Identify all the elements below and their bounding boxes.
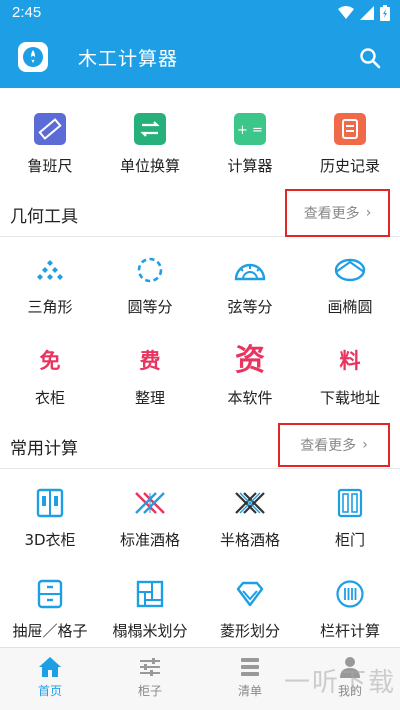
item-label: 抽屉／格子 bbox=[12, 622, 88, 640]
ruler-icon bbox=[32, 111, 68, 147]
geometry-circle-divide[interactable]: 圆等分 bbox=[100, 252, 200, 317]
tool-unit-convert[interactable]: 单位换算 bbox=[100, 111, 200, 176]
item-label: 榻榻米划分 bbox=[112, 622, 188, 640]
item-label: 三角形 bbox=[27, 298, 73, 316]
item-label: 弦等分 bbox=[227, 298, 273, 316]
common-tatami[interactable]: 榻榻米划分 bbox=[100, 576, 200, 641]
ad-item-software[interactable]: 资 本软件 bbox=[200, 343, 300, 408]
common-drawer[interactable]: 抽屉／格子 bbox=[0, 576, 100, 641]
watermark: 一听下载 bbox=[283, 668, 396, 698]
common-cabinet-door[interactable]: 柜门 bbox=[300, 485, 400, 550]
app-logo-icon bbox=[18, 42, 48, 72]
common-railing[interactable]: 栏杆计算 bbox=[300, 576, 400, 641]
geometry-triangle[interactable]: 三角形 bbox=[0, 252, 100, 317]
cabinet-door-icon bbox=[332, 485, 368, 521]
list-icon bbox=[241, 658, 259, 676]
more-text: 查看更多 bbox=[300, 438, 357, 454]
convert-icon bbox=[132, 111, 168, 147]
status-bar: 2:45 bbox=[0, 0, 400, 28]
railing-icon bbox=[332, 576, 368, 612]
history-icon bbox=[332, 111, 368, 147]
item-label: 菱形划分 bbox=[219, 622, 280, 640]
resource-badge: 资 bbox=[235, 343, 265, 378]
common-wine-rack[interactable]: 标准酒格 bbox=[100, 485, 200, 550]
item-label: 栏杆计算 bbox=[319, 622, 380, 640]
home-icon bbox=[39, 657, 61, 677]
wifi-icon bbox=[338, 6, 354, 19]
more-text: 查看更多 bbox=[303, 206, 360, 222]
search-button[interactable] bbox=[354, 42, 386, 74]
tool-label: 计算器 bbox=[227, 157, 273, 175]
fee-badge: 费 bbox=[139, 349, 161, 373]
geometry-ellipse[interactable]: 画椭圆 bbox=[300, 252, 400, 317]
battery-icon bbox=[380, 5, 390, 21]
wine-rack-icon bbox=[132, 485, 168, 521]
status-time: 2:45 bbox=[12, 4, 42, 21]
tool-label: 单位换算 bbox=[119, 157, 180, 175]
signal-icon bbox=[360, 6, 374, 20]
item-label: 衣柜 bbox=[34, 389, 65, 407]
item-label: 柜门 bbox=[334, 531, 365, 549]
circle-divide-icon bbox=[132, 252, 168, 288]
ellipse-icon bbox=[332, 252, 368, 288]
app-bar: 木工计算器 bbox=[0, 28, 400, 88]
calculator-icon: + = bbox=[232, 111, 268, 147]
nav-label: 清单 bbox=[237, 684, 262, 698]
status-icons bbox=[338, 5, 390, 21]
geometry-section-header: 几何工具 查看更多 › bbox=[0, 189, 400, 237]
diamond-icon bbox=[232, 576, 268, 612]
common-more-link[interactable]: 查看更多 › bbox=[278, 423, 390, 467]
material-badge: 料 bbox=[339, 349, 361, 373]
sliders-icon bbox=[140, 658, 160, 676]
common-section-header: 常用计算 查看更多 › bbox=[0, 421, 400, 469]
item-label: 标准酒格 bbox=[119, 531, 180, 549]
item-label: 3D衣柜 bbox=[24, 531, 76, 549]
svg-text:+ =: + = bbox=[237, 123, 263, 138]
common-half-wine-rack[interactable]: 半格酒格 bbox=[200, 485, 300, 550]
nav-home[interactable]: 首页 bbox=[0, 648, 100, 710]
nav-label: 柜子 bbox=[137, 684, 162, 698]
tool-calculator[interactable]: + = 计算器 bbox=[200, 111, 300, 176]
item-label: 整理 bbox=[134, 389, 165, 407]
search-icon bbox=[360, 48, 381, 69]
nav-label: 首页 bbox=[37, 684, 62, 698]
wardrobe-3d-icon bbox=[32, 485, 68, 521]
tool-history[interactable]: 历史记录 bbox=[300, 111, 400, 176]
chevron-right-icon: › bbox=[365, 205, 372, 221]
geometry-row: 三角形 圆等分 弦等分 画椭圆 bbox=[0, 252, 400, 317]
chord-divide-icon bbox=[232, 252, 268, 288]
geometry-more-link[interactable]: 查看更多 › bbox=[285, 189, 390, 237]
tool-label: 鲁班尺 bbox=[27, 157, 73, 175]
geometry-chord-divide[interactable]: 弦等分 bbox=[200, 252, 300, 317]
item-label: 下载地址 bbox=[319, 389, 380, 407]
half-wine-rack-icon bbox=[232, 485, 268, 521]
chevron-right-icon: › bbox=[362, 437, 368, 453]
item-label: 本软件 bbox=[227, 389, 273, 407]
ad-item-download[interactable]: 料 下载地址 bbox=[300, 343, 400, 408]
tatami-icon bbox=[132, 576, 168, 612]
quick-tools-row: 鲁班尺 单位换算 + = 计算器 历史记录 bbox=[0, 111, 400, 176]
tool-label: 历史记录 bbox=[319, 157, 380, 175]
common-3d-wardrobe[interactable]: 3D衣柜 bbox=[0, 485, 100, 550]
drawer-icon bbox=[32, 576, 68, 612]
triangle-icon bbox=[32, 252, 68, 288]
section-title: 常用计算 bbox=[10, 439, 78, 459]
ad-item-organize[interactable]: 费 整理 bbox=[100, 343, 200, 408]
free-badge: 免 bbox=[39, 349, 61, 373]
ad-item-wardrobe[interactable]: 免 衣柜 bbox=[0, 343, 100, 408]
download-info-row: 免 衣柜 费 整理 资 本软件 料 下载地址 bbox=[0, 343, 400, 408]
item-label: 圆等分 bbox=[127, 298, 173, 316]
item-label: 半格酒格 bbox=[219, 531, 280, 549]
item-label: 画椭圆 bbox=[327, 298, 373, 316]
nav-cabinet[interactable]: 柜子 bbox=[100, 648, 200, 710]
common-diamond[interactable]: 菱形划分 bbox=[200, 576, 300, 641]
common-row-1: 3D衣柜 标准酒格 半格酒格 柜门 bbox=[0, 485, 400, 550]
common-row-2: 抽屉／格子 榻榻米划分 菱形划分 栏杆计算 bbox=[0, 576, 400, 641]
app-title: 木工计算器 bbox=[78, 48, 179, 70]
section-title: 几何工具 bbox=[10, 207, 78, 227]
tool-luban-ruler[interactable]: 鲁班尺 bbox=[0, 111, 100, 176]
